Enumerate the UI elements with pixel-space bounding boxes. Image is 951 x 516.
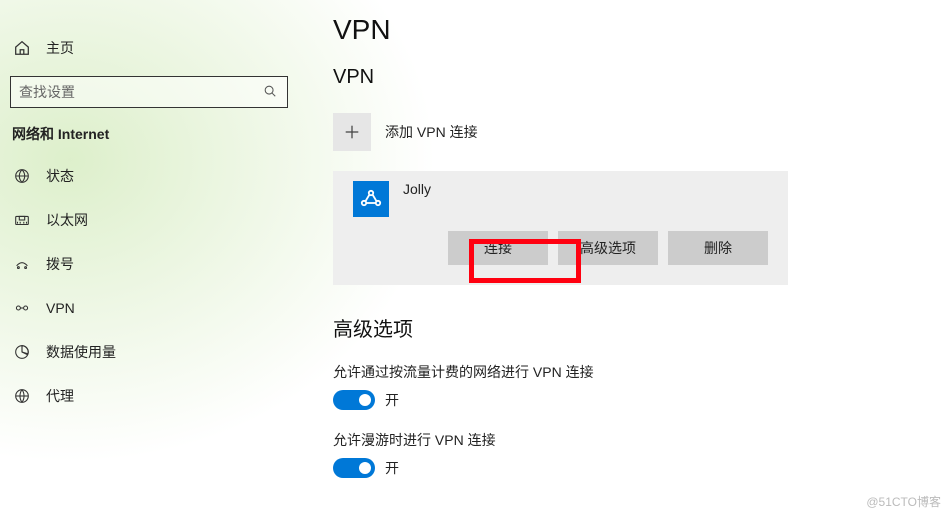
vpn-icon — [12, 298, 32, 318]
connect-button[interactable]: 连接 — [448, 231, 548, 265]
nav-label: 数据使用量 — [46, 342, 116, 362]
proxy-icon — [12, 386, 32, 406]
sidebar-item-ethernet[interactable]: 以太网 — [0, 198, 300, 242]
section-title-advanced: 高级选项 — [333, 313, 933, 342]
advanced-options-button[interactable]: 高级选项 — [558, 231, 658, 265]
option-roaming: 允许漫游时进行 VPN 连接 开 — [333, 430, 933, 478]
nav-label: 状态 — [46, 166, 74, 186]
sidebar-section-header: 网络和 Internet — [0, 124, 300, 144]
option-metered-state: 开 — [385, 390, 399, 410]
vpn-connection-name: Jolly — [403, 181, 431, 197]
vpn-connection-card[interactable]: Jolly 连接 高级选项 删除 — [333, 171, 788, 285]
option-roaming-state: 开 — [385, 458, 399, 478]
nav-label: 拨号 — [46, 254, 74, 274]
home-link[interactable]: 主页 — [0, 32, 300, 64]
sidebar-item-data-usage[interactable]: 数据使用量 — [0, 330, 300, 374]
page-title: VPN — [333, 14, 933, 46]
sidebar-item-dialup[interactable]: 拨号 — [0, 242, 300, 286]
sidebar-item-status[interactable]: 状态 — [0, 154, 300, 198]
option-roaming-label: 允许漫游时进行 VPN 连接 — [333, 430, 933, 450]
home-label: 主页 — [46, 38, 74, 58]
nav-label: 以太网 — [46, 210, 88, 230]
nav-label: 代理 — [46, 386, 74, 406]
watermark: @51CTO博客 — [866, 493, 941, 510]
delete-button[interactable]: 删除 — [668, 231, 768, 265]
option-roaming-toggle[interactable] — [333, 458, 375, 478]
search-input[interactable] — [19, 84, 263, 100]
option-metered: 允许通过按流量计费的网络进行 VPN 连接 开 — [333, 362, 933, 410]
nav-label: VPN — [46, 300, 75, 316]
add-vpn-label: 添加 VPN 连接 — [385, 122, 478, 142]
sidebar: 主页 网络和 Internet 状态 以太网 拨号 VPN — [0, 0, 300, 516]
plus-icon — [333, 113, 371, 151]
add-vpn-row[interactable]: 添加 VPN 连接 — [333, 107, 933, 157]
section-title-vpn: VPN — [333, 66, 933, 89]
search-icon — [263, 84, 279, 100]
main-content: VPN VPN 添加 VPN 连接 Jolly 连接 高级选项 删除 高级选项 … — [333, 14, 933, 498]
dialup-icon — [12, 254, 32, 274]
search-box[interactable] — [10, 76, 288, 108]
sidebar-item-vpn[interactable]: VPN — [0, 286, 300, 330]
option-metered-label: 允许通过按流量计费的网络进行 VPN 连接 — [333, 362, 933, 382]
globe-icon — [12, 166, 32, 186]
sidebar-item-proxy[interactable]: 代理 — [0, 374, 300, 418]
home-icon — [12, 38, 32, 58]
option-metered-toggle[interactable] — [333, 390, 375, 410]
vpn-connection-icon — [353, 181, 389, 217]
data-usage-icon — [12, 342, 32, 362]
ethernet-icon — [12, 210, 32, 230]
